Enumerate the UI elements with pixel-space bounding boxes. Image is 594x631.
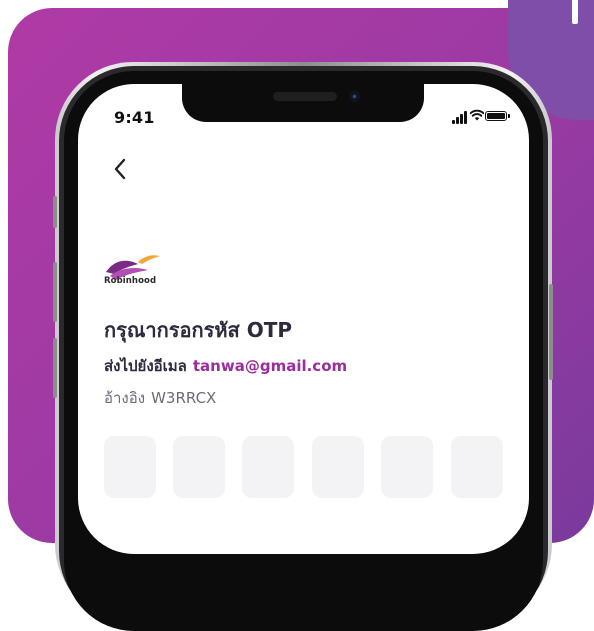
phone-volume-down-button — [53, 338, 57, 398]
email-address: tanwa@gmail.com — [192, 357, 348, 375]
phone-power-button — [549, 284, 553, 380]
otp-digit-box-4[interactable] — [312, 436, 364, 498]
status-time: 9:41 — [114, 108, 155, 127]
otp-digit-box-5[interactable] — [381, 436, 433, 498]
otp-digit-box-6[interactable] — [451, 436, 503, 498]
wifi-icon — [470, 109, 484, 121]
reference-label: อ้างอิง — [104, 389, 146, 407]
reference-code: W3RRCX — [151, 389, 217, 407]
sent-to-line: ส่งไปยังอีเมล tanwa@gmail.com — [104, 354, 347, 378]
phone-camera — [349, 91, 360, 102]
chevron-left-icon — [114, 158, 126, 180]
phone-notch — [182, 84, 424, 122]
phone-speaker — [273, 92, 337, 101]
battery-icon — [485, 111, 510, 121]
logo-wordmark: Robinhood — [104, 276, 157, 286]
phone-volume-up-button — [53, 262, 57, 322]
sent-to-label: ส่งไปยังอีเมล — [104, 357, 187, 375]
otp-digit-box-1[interactable] — [104, 436, 156, 498]
page-title: กรุณากรอกรหัส OTP — [104, 318, 293, 342]
reference-line: อ้างอิง W3RRCX — [104, 386, 216, 410]
corner-bar-decoration — [572, 0, 578, 24]
status-icons — [452, 108, 514, 124]
phone-silent-switch — [53, 196, 57, 228]
otp-digit-box-3[interactable] — [242, 436, 294, 498]
back-button[interactable] — [108, 154, 132, 184]
otp-digit-box-2[interactable] — [173, 436, 225, 498]
